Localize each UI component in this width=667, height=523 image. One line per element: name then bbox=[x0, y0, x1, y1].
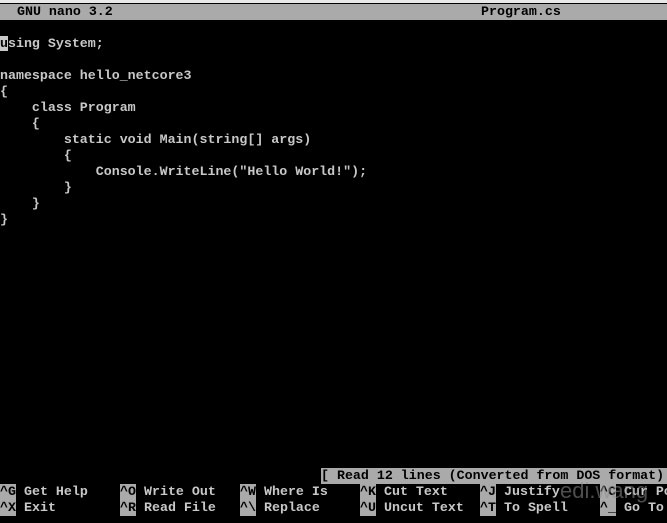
shortcut-read-file[interactable]: ^R Read File bbox=[120, 500, 216, 516]
code-line[interactable]: } bbox=[0, 180, 667, 196]
shortcut-replace[interactable]: ^\ Replace bbox=[240, 500, 320, 516]
code-line[interactable]: } bbox=[0, 196, 667, 212]
window-top-border bbox=[0, 0, 667, 3]
watermark: edi.wang bbox=[560, 478, 649, 503]
code-line[interactable]: { bbox=[0, 84, 667, 100]
editor-area[interactable]: using System; namespace hello_netcore3 {… bbox=[0, 36, 667, 228]
shortcut-uncut-text[interactable]: ^U Uncut Text bbox=[360, 500, 464, 516]
code-line[interactable]: { bbox=[0, 116, 667, 132]
shortcut-justify[interactable]: ^J Justify bbox=[480, 484, 560, 500]
code-line[interactable]: namespace hello_netcore3 bbox=[0, 68, 667, 84]
code-line[interactable]: Console.WriteLine("Hello World!"); bbox=[0, 164, 667, 180]
code-line[interactable] bbox=[0, 52, 667, 68]
file-name: Program.cs bbox=[481, 4, 561, 19]
title-bar: GNU nano 3.2 Program.cs bbox=[0, 4, 667, 20]
shortcut-write-out[interactable]: ^O Write Out bbox=[120, 484, 216, 500]
shortcut-cut-text[interactable]: ^K Cut Text bbox=[360, 484, 448, 500]
app-version: GNU nano 3.2 bbox=[17, 4, 113, 19]
code-line[interactable]: static void Main(string[] args) bbox=[0, 132, 667, 148]
code-line[interactable]: } bbox=[0, 212, 667, 228]
code-line[interactable]: using System; bbox=[0, 36, 667, 52]
shortcut-get-help[interactable]: ^G Get Help bbox=[0, 484, 88, 500]
shortcut-to-spell[interactable]: ^T To Spell bbox=[480, 500, 568, 516]
code-line[interactable]: { bbox=[0, 148, 667, 164]
shortcut-where-is[interactable]: ^W Where Is bbox=[240, 484, 328, 500]
text-cursor: u bbox=[0, 36, 8, 51]
code-line[interactable]: class Program bbox=[0, 100, 667, 116]
shortcut-exit[interactable]: ^X Exit bbox=[0, 500, 56, 516]
